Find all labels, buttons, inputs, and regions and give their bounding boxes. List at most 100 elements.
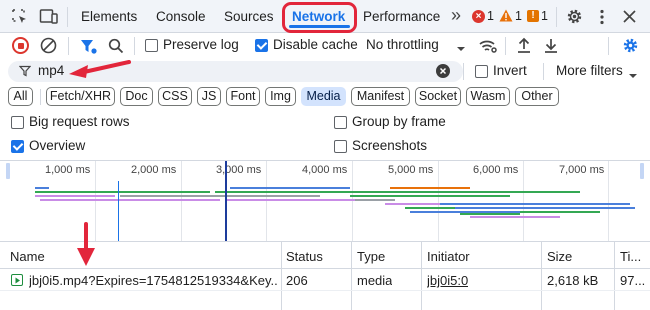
error-icon[interactable]: ×: [472, 10, 485, 23]
request-table-header: Name Status Type Initiator Size Ti...: [0, 222, 650, 269]
warning-count[interactable]: 1: [515, 9, 522, 23]
waterfall-bar: [35, 191, 210, 193]
timeline-gridline: [608, 161, 609, 242]
waterfall-bar: [520, 211, 600, 213]
table-row[interactable]: jbj0i5.mp4?Expires=1754812519334&Key... …: [0, 269, 650, 291]
chip-socket[interactable]: Socket: [415, 87, 461, 106]
waterfall-bar: [35, 195, 115, 197]
chip-img[interactable]: Img: [265, 87, 296, 106]
timeline-tick-label: 7,000 ms: [559, 164, 605, 176]
request-initiator-link[interactable]: jbj0i5:0: [427, 273, 468, 288]
column-header-type[interactable]: Type: [357, 249, 385, 264]
more-filters-chevron-icon[interactable]: [628, 68, 638, 78]
chip-css[interactable]: CSS: [158, 87, 192, 106]
issues-count[interactable]: 1: [541, 9, 548, 23]
column-header-time[interactable]: Ti...: [620, 249, 641, 264]
timeline-gridline: [352, 161, 353, 242]
group-by-frame-label[interactable]: Group by frame: [352, 114, 446, 129]
table-empty-area: [0, 291, 650, 310]
warning-icon[interactable]: [499, 9, 513, 22]
chip-font[interactable]: Font: [226, 87, 260, 106]
chip-wasm[interactable]: Wasm: [466, 87, 510, 106]
timeline-gridline: [523, 161, 524, 242]
issues-icon[interactable]: !: [527, 10, 539, 22]
clear-filter-icon[interactable]: [436, 64, 450, 78]
chip-js[interactable]: JS: [197, 87, 221, 106]
timeline-tick-label: 6,000 ms: [473, 164, 519, 176]
devtools-tab-bar: Elements Console Sources Network Perform…: [0, 0, 650, 33]
tab-console[interactable]: Console: [156, 9, 206, 24]
waterfall-bar: [40, 199, 220, 201]
filter-input-value[interactable]: mp4: [38, 63, 64, 78]
timeline-tick-label: 3,000 ms: [216, 164, 262, 176]
tab-network[interactable]: Network: [292, 9, 345, 24]
timeline-tick-label: 2,000 ms: [131, 164, 177, 176]
network-conditions-icon[interactable]: [478, 37, 498, 55]
timeline-tick-label: 4,000 ms: [302, 164, 348, 176]
waterfall-bar: [225, 199, 375, 201]
invert-checkbox[interactable]: [475, 65, 488, 78]
column-header-name[interactable]: Name: [10, 249, 45, 264]
chip-other[interactable]: Other: [515, 87, 559, 106]
timeline-right-handle[interactable]: [640, 163, 644, 179]
record-stop-icon[interactable]: [12, 37, 29, 54]
media-file-icon: [11, 274, 23, 286]
filter-icon: [18, 65, 32, 77]
error-count[interactable]: 1: [487, 9, 494, 23]
chip-manifest[interactable]: Manifest: [351, 87, 410, 106]
more-options-icon[interactable]: [599, 9, 605, 25]
group-by-frame-checkbox[interactable]: [334, 116, 347, 129]
dom-content-loaded-marker: [118, 181, 119, 242]
screenshots-label[interactable]: Screenshots: [352, 138, 427, 153]
waterfall-bar: [350, 195, 510, 197]
options-row-2: Overview Screenshots: [0, 136, 650, 158]
screenshots-checkbox[interactable]: [334, 140, 347, 153]
throttling-select[interactable]: No throttling: [366, 37, 439, 52]
inspect-element-icon[interactable]: [11, 8, 29, 26]
request-type: media: [357, 273, 393, 288]
clear-icon[interactable]: [40, 37, 57, 54]
settings-gear-icon[interactable]: [566, 8, 583, 25]
waterfall-bar: [35, 187, 49, 189]
tab-elements[interactable]: Elements: [81, 9, 137, 24]
request-size: 2,618 kB: [547, 273, 599, 288]
import-har-icon[interactable]: [516, 37, 532, 54]
more-filters-dropdown[interactable]: More filters: [556, 63, 623, 78]
chevron-down-icon[interactable]: [456, 41, 466, 51]
waterfall-bar: [355, 199, 395, 201]
preserve-log-label[interactable]: Preserve log: [163, 37, 239, 52]
overview-checkbox[interactable]: [11, 140, 24, 153]
preserve-log-checkbox[interactable]: [145, 39, 158, 52]
disable-cache-label[interactable]: Disable cache: [273, 37, 358, 52]
waterfall-bar: [230, 187, 350, 189]
network-overview-timeline[interactable]: 1,000 ms 2,000 ms 3,000 ms 4,000 ms 5,00…: [0, 160, 650, 242]
device-toolbar-icon[interactable]: [39, 8, 59, 26]
network-settings-gear-icon[interactable]: [622, 37, 639, 54]
chip-media[interactable]: Media: [301, 87, 346, 106]
column-header-size[interactable]: Size: [547, 249, 572, 264]
export-har-icon[interactable]: [543, 37, 559, 54]
timeline-left-handle[interactable]: [6, 163, 10, 179]
tab-sources[interactable]: Sources: [224, 9, 274, 24]
close-devtools-icon[interactable]: [623, 10, 636, 23]
resource-type-filter-bar: All Fetch/XHR Doc CSS JS Font Img Media …: [0, 84, 650, 110]
disable-cache-checkbox[interactable]: [255, 39, 268, 52]
timeline-gridline: [438, 161, 439, 242]
request-name[interactable]: jbj0i5.mp4?Expires=1754812519334&Key...: [29, 273, 277, 288]
more-tabs-button[interactable]: »: [451, 5, 461, 26]
column-header-initiator[interactable]: Initiator: [427, 249, 470, 264]
overview-label[interactable]: Overview: [29, 138, 85, 153]
invert-label[interactable]: Invert: [493, 63, 527, 78]
chip-fetch-xhr[interactable]: Fetch/XHR: [46, 87, 115, 106]
chip-doc[interactable]: Doc: [120, 87, 153, 106]
filter-funnel-icon[interactable]: [80, 38, 97, 55]
options-row-1: Big request rows Group by frame: [0, 112, 650, 134]
waterfall-bar: [390, 187, 470, 189]
big-request-rows-checkbox[interactable]: [11, 116, 24, 129]
chip-all[interactable]: All: [8, 87, 33, 106]
tab-performance[interactable]: Performance: [363, 9, 440, 24]
active-tab-indicator: [289, 25, 350, 28]
search-icon[interactable]: [108, 38, 124, 54]
big-request-rows-label[interactable]: Big request rows: [29, 114, 130, 129]
column-header-status[interactable]: Status: [286, 249, 323, 264]
